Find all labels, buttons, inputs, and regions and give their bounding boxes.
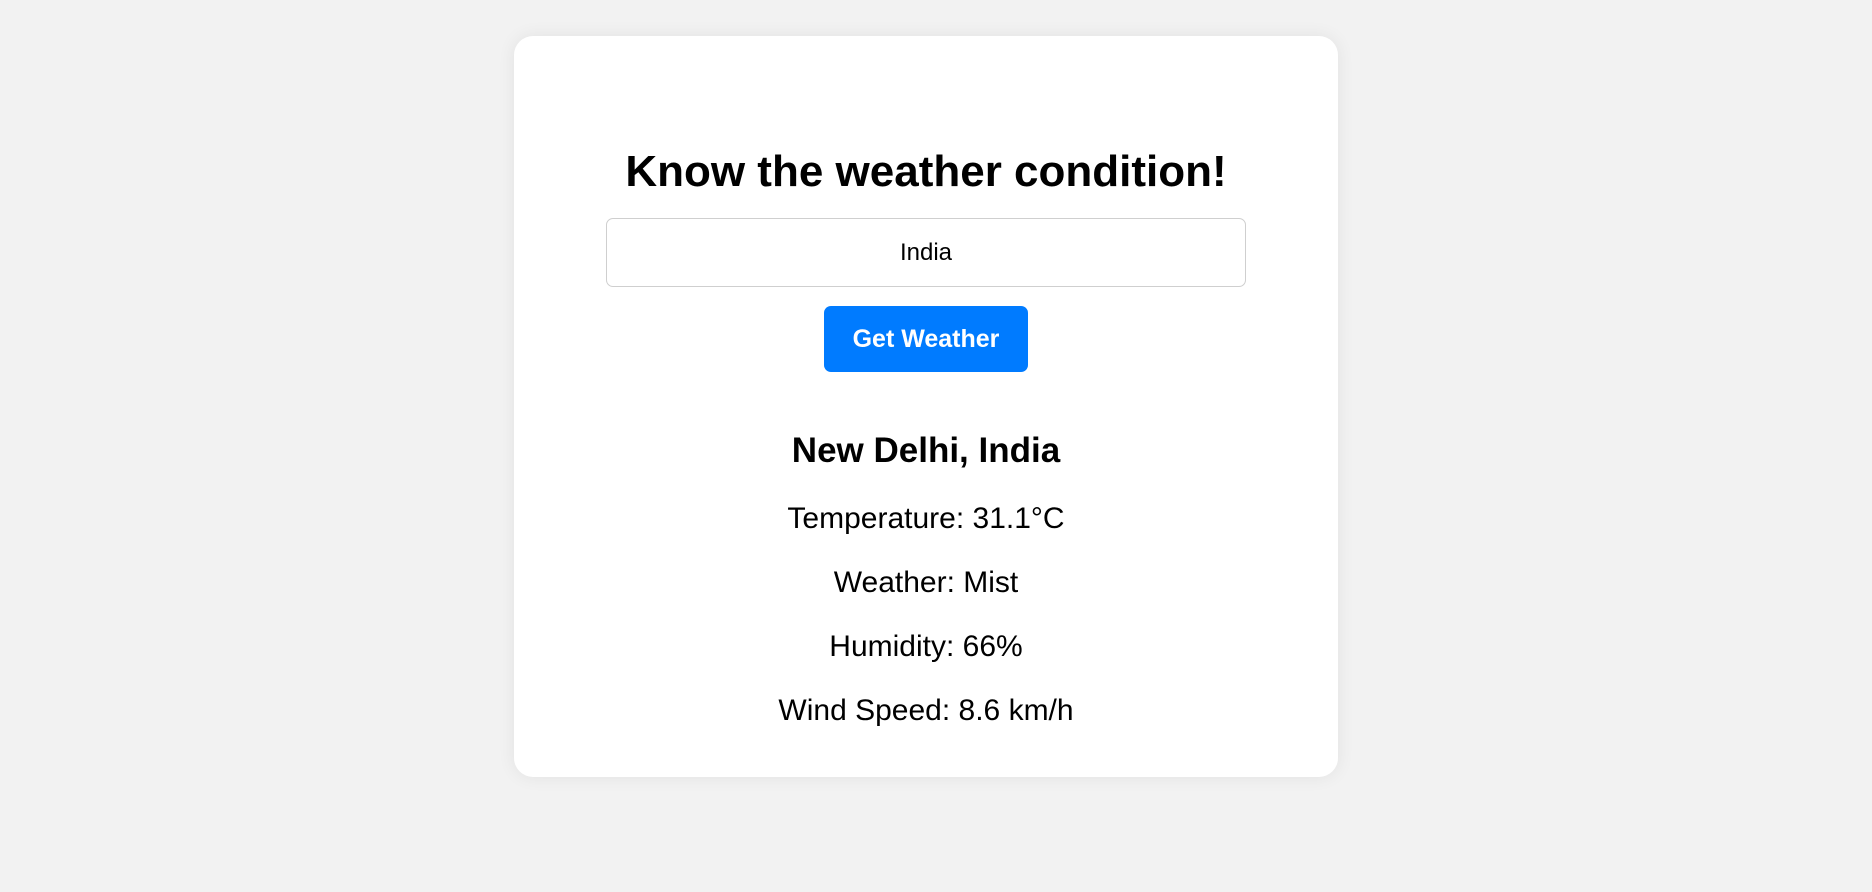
wind-speed-text: Wind Speed: 8.6 km/h: [778, 694, 1074, 727]
weather-text: Weather: Mist: [833, 566, 1019, 599]
city-search-input[interactable]: [606, 218, 1246, 287]
location-heading: New Delhi, India: [791, 431, 1061, 470]
humidity-text: Humidity: 66%: [829, 630, 1023, 663]
temperature-text: Temperature: 31.1°C: [787, 502, 1065, 535]
page-title: Know the weather condition!: [625, 147, 1227, 196]
get-weather-button[interactable]: Get Weather: [824, 306, 1028, 372]
weather-card: Know the weather condition! Get Weather …: [514, 36, 1338, 777]
